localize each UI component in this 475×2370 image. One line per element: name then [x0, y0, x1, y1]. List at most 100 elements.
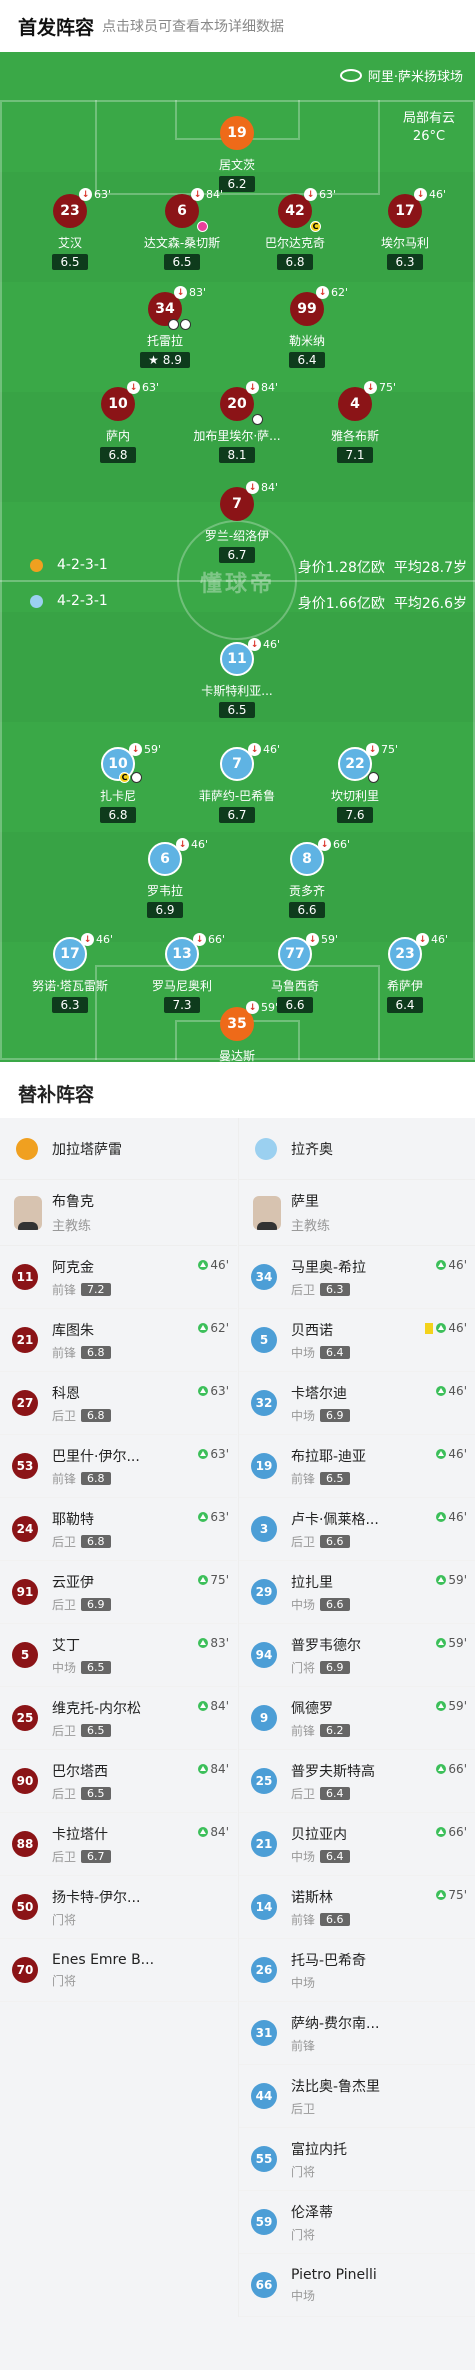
- sub-position: 门将 6.9: [291, 1659, 475, 1676]
- sub-player-row[interactable]: 94 普罗韦德尔 门将 6.9 59': [239, 1624, 475, 1687]
- event-icons: C: [310, 221, 322, 232]
- sub-player-row[interactable]: 29 拉扎里 中场 6.6 59': [239, 1561, 475, 1624]
- sub-player-row[interactable]: 27 科恩 后卫 6.8 63': [0, 1372, 237, 1435]
- sub-player-row[interactable]: 32 卡塔尔迪 中场 6.9 46': [239, 1372, 475, 1435]
- player-rating: 6.7: [219, 807, 255, 823]
- sub-player-row[interactable]: 3 卢卡·佩莱格... 后卫 6.6 46': [239, 1498, 475, 1561]
- home-formation-text: 4-2-3-1: [57, 557, 108, 573]
- player-home-4[interactable]: 4 ↓ 75' 雅各布斯 7.1: [300, 381, 410, 463]
- player-home-7[interactable]: 7 ↓ 84' 罗兰-绍洛伊 6.7: [182, 481, 292, 563]
- sub-player-row[interactable]: 53 巴里什·伊尔... 前锋 6.8 63': [0, 1435, 237, 1498]
- coach-role: 主教练: [291, 1219, 331, 1234]
- player-home-6[interactable]: 6 ↓ 84' 达文森-桑切斯 6.5: [127, 188, 237, 270]
- sub-off-time: ↓ 66': [318, 838, 350, 851]
- sub-on-time-text: 84': [210, 1825, 229, 1839]
- sub-player-row[interactable]: 21 贝拉亚内 中场 6.4 66': [239, 1813, 475, 1876]
- player-home-42[interactable]: 42 ↓ 63' C 巴尔达克奇 6.8: [240, 188, 350, 270]
- home-coach[interactable]: 布鲁克 主教练: [0, 1180, 237, 1246]
- home-subs-column: 加拉塔萨雷 布鲁克 主教练 11 阿克金 前锋 7.2 46' 21 库图朱前锋 6.8 62' 2…: [0, 1118, 237, 2002]
- sub-off-icon: ↓: [364, 381, 377, 394]
- player-away-6[interactable]: 6 ↓ 46' 罗韦拉 6.9: [110, 838, 220, 918]
- sub-player-row[interactable]: 66 Pietro Pinelli 中场: [239, 2254, 475, 2317]
- jersey-icon: 10 ↓ 59' C: [101, 743, 161, 783]
- sub-player-row[interactable]: 9 佩德罗 前锋 6.2 59': [239, 1687, 475, 1750]
- sub-name: 库图朱: [52, 1322, 94, 1339]
- home-team-row[interactable]: 加拉塔萨雷: [0, 1118, 237, 1180]
- captain-icon: C: [119, 772, 130, 783]
- sub-player-row[interactable]: 25 普罗夫斯特高 后卫 6.4 66': [239, 1750, 475, 1813]
- player-away-13[interactable]: 13 ↓ 66' 罗马尼奥利 7.3: [127, 933, 237, 1013]
- away-coach[interactable]: 萨里 主教练: [239, 1180, 475, 1246]
- player-away-11[interactable]: 11 ↓ 46' 卡斯特利亚... 6.5: [182, 638, 292, 718]
- sub-player-row[interactable]: 44 法比奥-鲁杰里 后卫: [239, 2065, 475, 2128]
- player-away-7[interactable]: 7 ↓ 46' 菲萨约-巴希鲁 6.7: [182, 743, 292, 823]
- home-formation: 4-2-3-1: [30, 557, 108, 573]
- sub-player-row[interactable]: 90 巴尔塔西 后卫 6.5 84': [0, 1750, 237, 1813]
- sub-player-row[interactable]: 19 布拉耶-迪亚 前锋 6.5 46': [239, 1435, 475, 1498]
- jersey-icon: 34 ↓ 83': [148, 286, 206, 330]
- sub-player-row[interactable]: 11 阿克金 前锋 7.2 46': [0, 1246, 237, 1309]
- sub-player-row[interactable]: 59 伦泽蒂 门将: [239, 2191, 475, 2254]
- sub-time-text: 83': [189, 286, 207, 299]
- sub-player-row[interactable]: 25 维克托-内尔松 后卫 6.5 84': [0, 1687, 237, 1750]
- player-home-20[interactable]: 20 ↓ 84' 加布里埃尔·萨... 8.1: [182, 381, 292, 463]
- coach-name: 布鲁克: [52, 1194, 94, 1210]
- player-home-19[interactable]: 19 居文茨 6.2: [182, 116, 292, 192]
- player-away-17[interactable]: 17 ↓ 46' 努诺·塔瓦雷斯 6.3: [15, 933, 125, 1013]
- sub-on-time-text: 62': [210, 1321, 229, 1335]
- sub-on-time: 59': [436, 1573, 467, 1587]
- away-formation-text: 4-2-3-1: [57, 593, 108, 609]
- sub-player-row[interactable]: 34 马里奥-希拉 后卫 6.3 46': [239, 1246, 475, 1309]
- player-away-23[interactable]: 23 ↓ 46' 希萨伊 6.4: [350, 933, 460, 1013]
- sub-player-row[interactable]: 5 艾丁 中场 6.5 83': [0, 1624, 237, 1687]
- sub-number-badge: 66: [251, 2272, 277, 2298]
- sub-player-row[interactable]: 88 卡拉塔什 后卫 6.7 84': [0, 1813, 237, 1876]
- sub-player-row[interactable]: 91 云亚伊 后卫 6.9 75': [0, 1561, 237, 1624]
- sub-rating: 6.3: [320, 1282, 350, 1296]
- sub-position: 中场 6.4: [291, 1344, 475, 1361]
- sub-position: 前锋 6.5: [291, 1470, 475, 1487]
- sub-off-icon: ↓: [316, 286, 329, 299]
- sub-player-row[interactable]: 14 诺斯林 前锋 6.6 75': [239, 1876, 475, 1939]
- player-away-10[interactable]: 10 ↓ 59' C 扎卡尼 6.8: [63, 743, 173, 823]
- player-away-35[interactable]: 35↓59'曼达斯6.4: [182, 1001, 292, 1062]
- sub-off-time: ↓ 83': [174, 286, 206, 299]
- sub-name: Pietro Pinelli: [291, 2266, 377, 2283]
- sub-player-row[interactable]: 26 托马-巴希奇 中场: [239, 1939, 475, 2002]
- player-rating: 6.8: [277, 254, 313, 270]
- sub-position: 后卫 6.7: [52, 1848, 237, 1865]
- sub-time-text: 84': [206, 188, 224, 201]
- player-rating: 6.5: [219, 702, 255, 718]
- sub-player-row[interactable]: 31 萨纳-费尔南... 前锋: [239, 2002, 475, 2065]
- sub-on-icon: [436, 1386, 447, 1396]
- sub-on-time-text: 63': [210, 1510, 229, 1524]
- sub-time-text: 63': [142, 381, 160, 394]
- sub-name: 拉扎里: [291, 1574, 333, 1591]
- sub-player-row[interactable]: 5 贝西诺 中场 6.4 46': [239, 1309, 475, 1372]
- sub-on-time-text: 63': [210, 1384, 229, 1398]
- sub-name: 马里奥-希拉: [291, 1259, 367, 1276]
- player-away-8[interactable]: 8 ↓ 66' 贡多齐 6.6: [252, 838, 362, 918]
- player-away-22[interactable]: 22 ↓ 75' 坎切利里 7.6: [300, 743, 410, 823]
- sub-player-row[interactable]: 55 富拉内托 门将: [239, 2128, 475, 2191]
- sub-rating: 6.7: [81, 1849, 111, 1863]
- player-home-34[interactable]: 34 ↓ 83' 托雷拉 ★ 8.9: [110, 286, 220, 368]
- player-home-99[interactable]: 99 ↓ 62' 勒米纳 6.4: [252, 286, 362, 368]
- sub-player-row[interactable]: 50 扬卡特-伊尔... 门将: [0, 1876, 237, 1939]
- sub-player-row[interactable]: 24 耶勒特 后卫 6.8 63': [0, 1498, 237, 1561]
- jersey-icon: 23 ↓ 46': [388, 933, 448, 971]
- sub-number-badge: 90: [12, 1768, 38, 1794]
- sub-position: 前锋 6.8: [52, 1470, 237, 1487]
- sub-number-badge: 21: [12, 1327, 38, 1353]
- away-team-row[interactable]: 拉齐奥: [239, 1118, 475, 1180]
- jersey-number: 23: [60, 203, 80, 219]
- player-home-23[interactable]: 23 ↓ 63' 艾汉 6.5: [15, 188, 125, 270]
- player-rating: ★ 8.9: [140, 352, 190, 368]
- sub-player-row[interactable]: 70 Enes Emre B... 门将: [0, 1939, 237, 2002]
- sub-player-row[interactable]: 21 库图朱 前锋 6.8 62': [0, 1309, 237, 1372]
- player-home-10[interactable]: 10 ↓ 63' 萨内 6.8: [63, 381, 173, 463]
- sub-number-badge: 29: [251, 1579, 277, 1605]
- sub-on-time-text: 84': [210, 1699, 229, 1713]
- player-home-17[interactable]: 17 ↓ 46' 埃尔马利 6.3: [350, 188, 460, 270]
- sub-on-time: 84': [198, 1699, 229, 1713]
